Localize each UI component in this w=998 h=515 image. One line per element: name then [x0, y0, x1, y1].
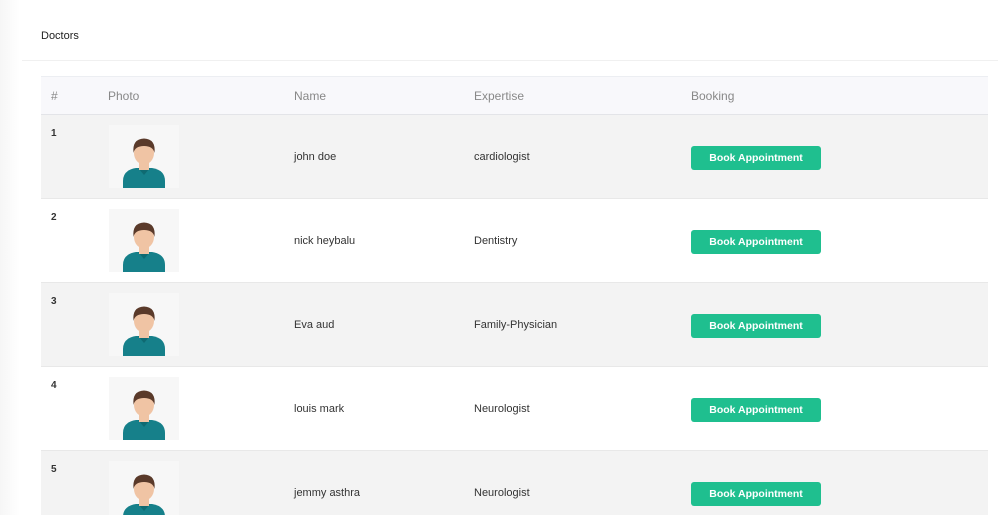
doctors-page: Doctors # Photo Name Expertise Booking 1…	[0, 0, 998, 515]
doctor-photo	[109, 209, 179, 272]
table-header: # Photo Name Expertise Booking	[41, 76, 988, 115]
card-title: Doctors	[41, 30, 79, 42]
header-number: #	[51, 89, 58, 103]
table-row: 5 jemmy asthra Neurologist Book Appointm…	[41, 451, 988, 515]
doctor-photo	[109, 293, 179, 356]
doctor-avatar-icon	[123, 306, 165, 356]
book-appointment-button[interactable]: Book Appointment	[691, 314, 821, 338]
doctor-name: john doe	[294, 151, 337, 163]
book-appointment-button[interactable]: Book Appointment	[691, 146, 821, 170]
left-edge	[0, 0, 20, 515]
table-row: 2 nick heybalu Dentistry Book Appointmen…	[41, 199, 988, 283]
header-photo: Photo	[108, 89, 140, 103]
row-number: 5	[51, 464, 57, 475]
book-appointment-button[interactable]: Book Appointment	[691, 230, 821, 254]
row-number: 3	[51, 296, 57, 307]
doctor-expertise: cardiologist	[474, 151, 530, 163]
row-number: 4	[51, 380, 57, 391]
table-row: 1 john doe cardiologist Book Appointment	[41, 115, 988, 199]
doctor-name: nick heybalu	[294, 235, 356, 247]
card-header: Doctors	[22, 14, 998, 61]
table-body: 1 john doe cardiologist Book Appointment…	[41, 115, 988, 515]
row-number: 2	[51, 212, 57, 223]
doctor-photo	[109, 377, 179, 440]
doctor-photo	[109, 125, 179, 188]
doctor-photo	[109, 461, 179, 515]
doctor-avatar-icon	[123, 390, 165, 440]
row-number: 1	[51, 128, 57, 139]
header-name: Name	[294, 89, 327, 103]
doctor-name: jemmy asthra	[294, 487, 361, 499]
doctor-expertise: Neurologist	[474, 403, 530, 415]
doctor-name: Eva aud	[294, 319, 335, 331]
table-row: 4 louis mark Neurologist Book Appointmen…	[41, 367, 988, 451]
doctor-avatar-icon	[123, 474, 165, 515]
doctor-expertise: Family-Physician	[474, 319, 558, 331]
book-appointment-button[interactable]: Book Appointment	[691, 398, 821, 422]
doctor-expertise: Neurologist	[474, 487, 530, 499]
header-expertise: Expertise	[474, 89, 525, 103]
doctors-table: # Photo Name Expertise Booking 1 john do…	[41, 76, 988, 515]
doctor-name: louis mark	[294, 403, 345, 415]
book-appointment-button[interactable]: Book Appointment	[691, 482, 821, 506]
doctor-avatar-icon	[123, 138, 165, 188]
doctor-avatar-icon	[123, 222, 165, 272]
doctor-expertise: Dentistry	[474, 235, 518, 247]
header-booking: Booking	[691, 89, 735, 103]
table-row: 3 Eva aud Family-Physician Book Appointm…	[41, 283, 988, 367]
